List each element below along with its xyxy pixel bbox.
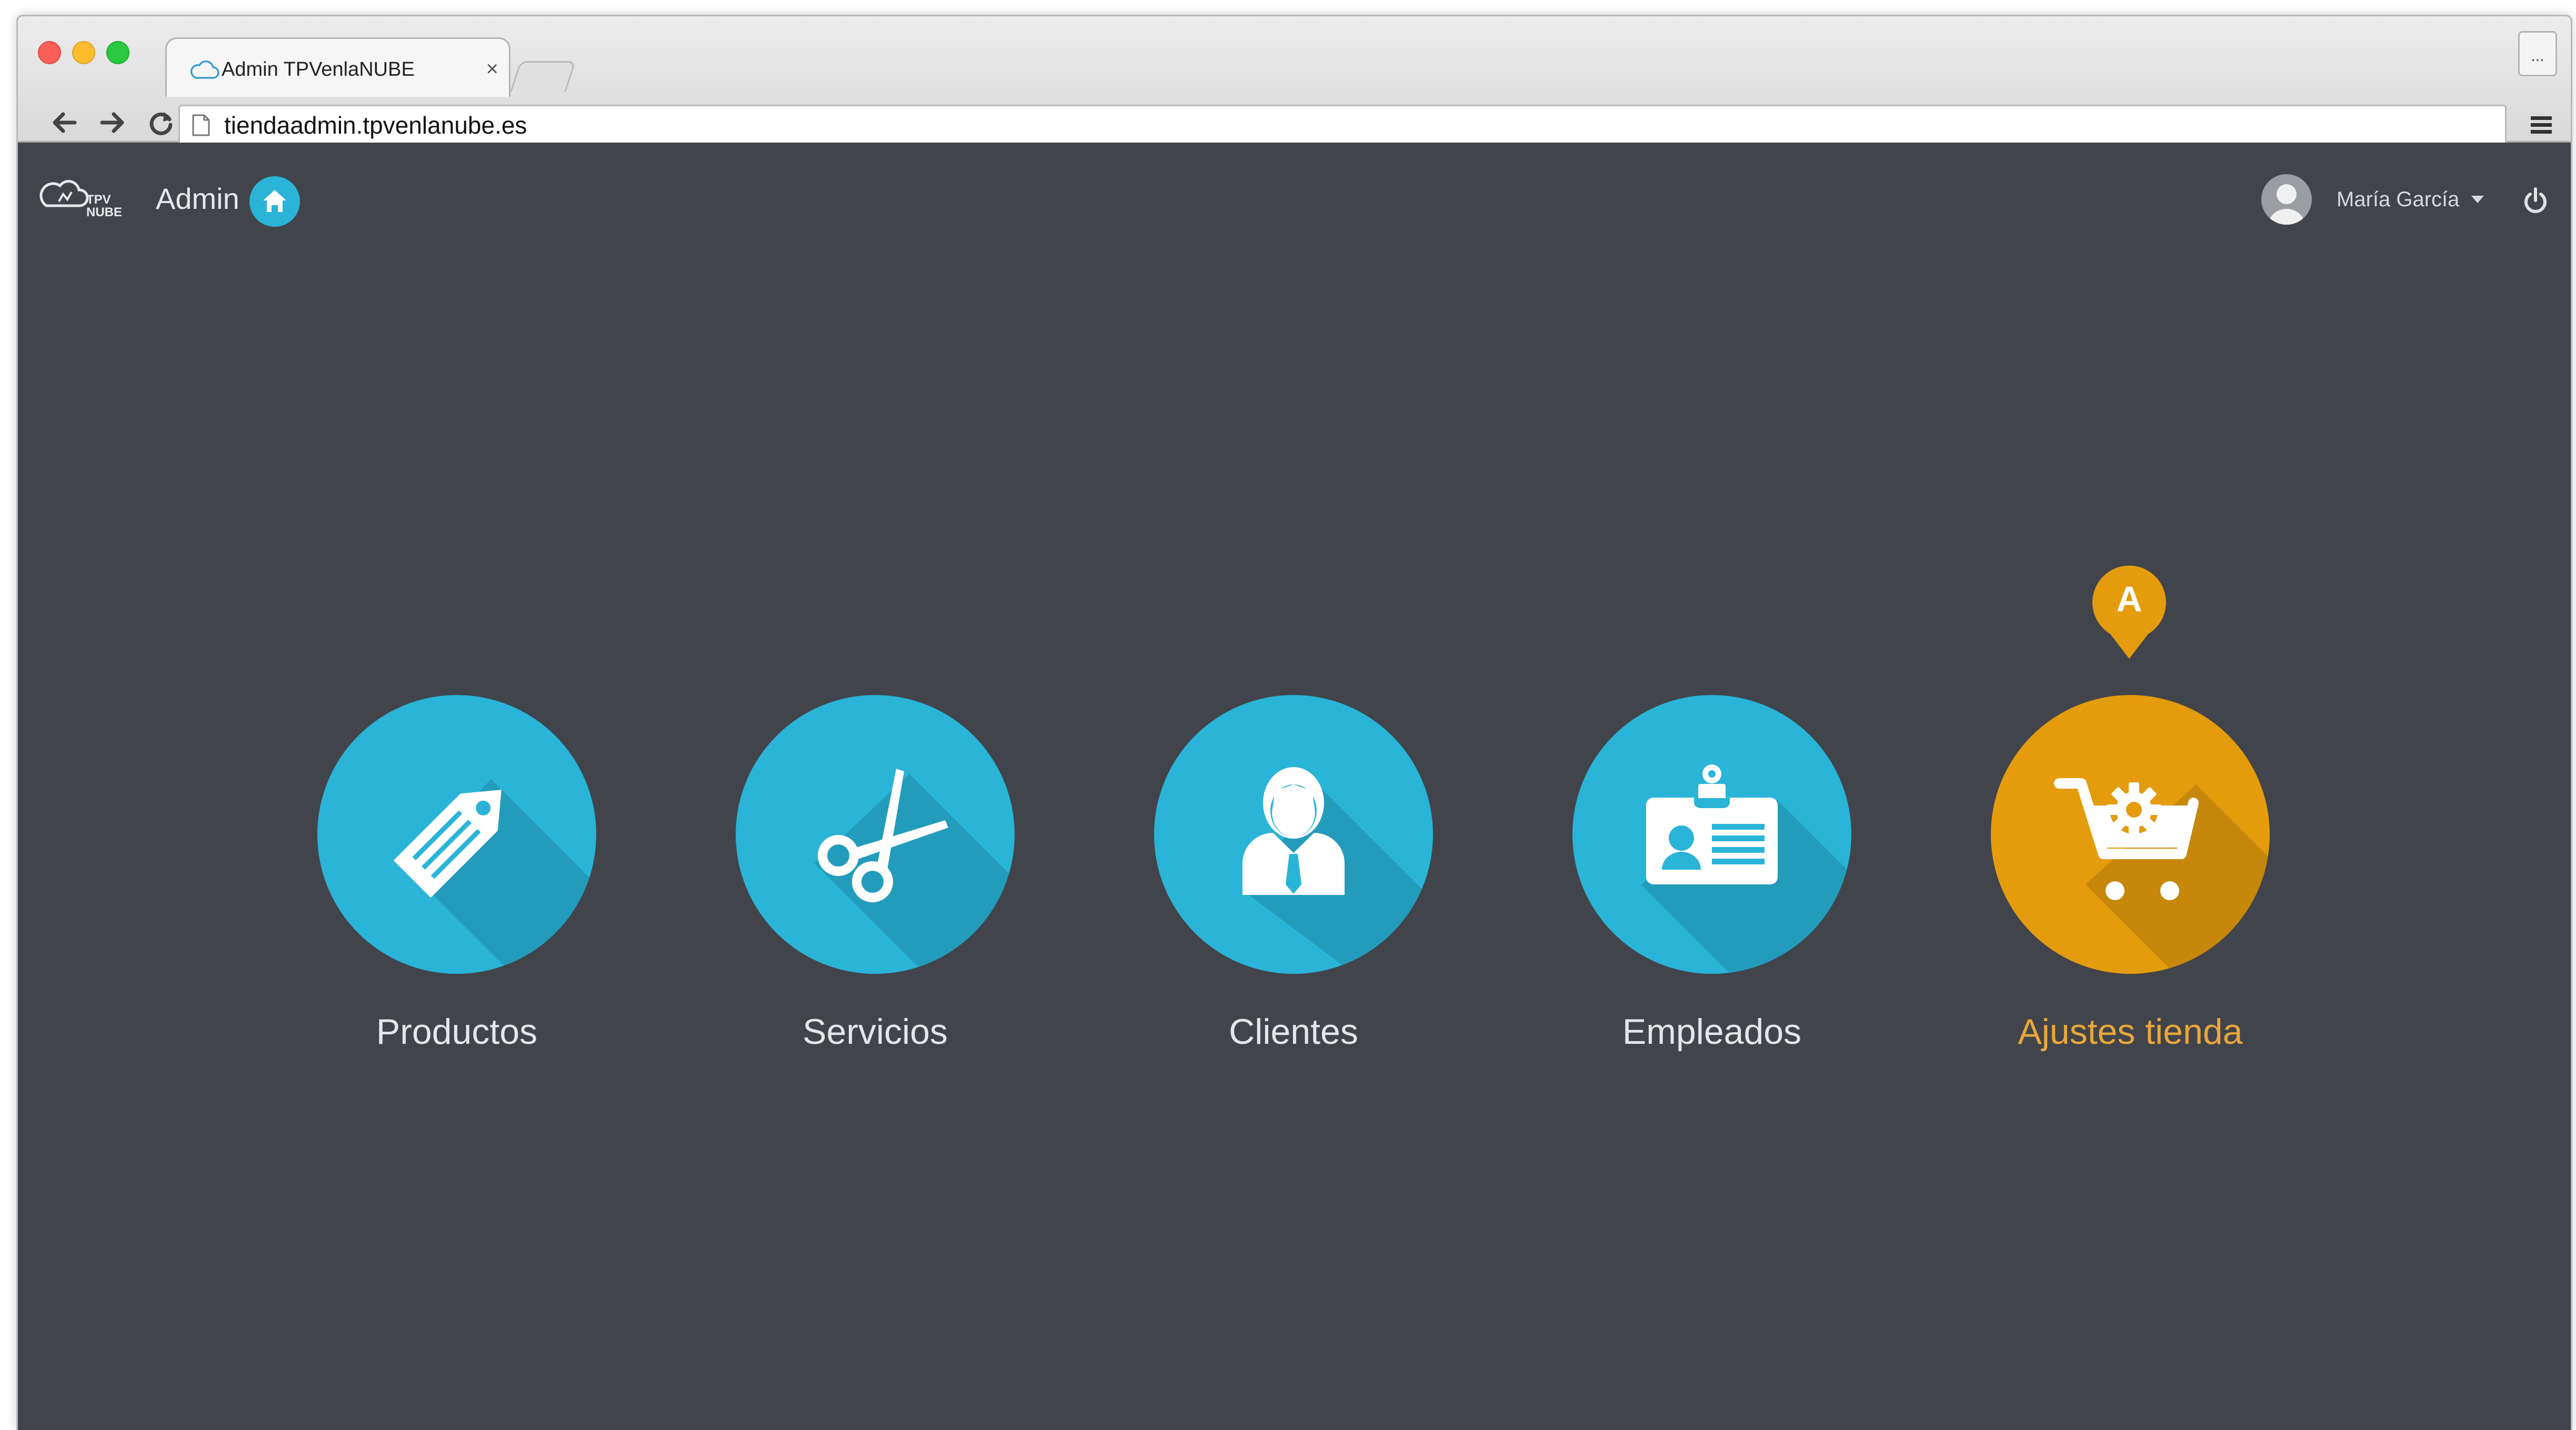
tab-close-icon[interactable]: × [486,56,498,82]
browser-chrome: Admin TPVenlaNUBE × ... tiendaadmin.tpve… [18,16,2571,146]
url-text: tiendaadmin.tpvenlanube.es [224,112,527,139]
svg-text:NUBE: NUBE [86,205,122,219]
tile-empleados-circle[interactable] [1572,695,1851,974]
address-bar[interactable]: tiendaadmin.tpvenlanube.es [178,105,2507,146]
new-tab-button[interactable] [510,61,576,92]
tile-ajustes-tienda[interactable]: Ajustes tienda [1991,695,2270,1053]
tile-clientes-circle[interactable] [1154,695,1433,974]
home-button[interactable] [249,176,300,227]
cloud-favicon-icon [190,61,219,79]
tile-productos[interactable]: Productos [317,695,596,1053]
page-icon [192,114,210,136]
close-window-button[interactable] [38,41,61,64]
tile-servicios[interactable]: Servicios [736,695,1015,1053]
tpv-nube-logo[interactable]: TPV NUBE [39,173,128,224]
hamburger-menu-icon[interactable] [2530,113,2553,136]
scissors-icon [818,769,948,902]
app-title: Admin [156,182,239,215]
tile-ajustes-tienda-circle[interactable] [1991,695,2270,974]
tab-title: Admin TPVenlaNUBE [222,58,415,80]
tile-clientes[interactable]: Clientes [1154,695,1433,1053]
tile-label[interactable]: Servicios [736,1011,1015,1053]
cart-settings-icon [2054,778,2199,900]
person-icon [1242,767,1345,895]
reload-icon[interactable] [145,107,177,138]
tile-productos-circle[interactable] [317,695,596,974]
minimize-window-button[interactable] [72,41,95,64]
tile-empleados[interactable]: Empleados [1572,695,1851,1053]
tile-label[interactable]: Productos [317,1011,596,1053]
chevron-down-icon[interactable] [2470,193,2485,205]
overflow-button[interactable]: ... [2518,31,2557,76]
forward-arrow-icon[interactable] [97,107,128,138]
user-avatar[interactable] [2261,174,2312,225]
tile-servicios-circle[interactable] [736,695,1015,974]
price-tag-icon [393,790,502,898]
user-name[interactable]: María García [2337,185,2459,214]
id-badge-icon [1646,764,1778,884]
app-content: TPV NUBE Admin María García A Productos … [18,143,2571,1430]
back-arrow-icon[interactable] [48,107,80,138]
tile-label[interactable]: Clientes [1154,1011,1433,1053]
browser-window: Admin TPVenlaNUBE × ... tiendaadmin.tpve… [16,15,2572,1430]
tile-label[interactable]: Empleados [1572,1011,1851,1053]
browser-tab-active[interactable]: Admin TPVenlaNUBE × [165,37,510,97]
power-icon[interactable] [2521,186,2550,215]
location-marker: A [2090,563,2168,661]
home-icon [263,190,286,212]
maximize-window-button[interactable] [106,41,129,64]
tile-label[interactable]: Ajustes tienda [1991,1011,2270,1053]
marker-letter: A [2116,579,2142,619]
user-silhouette-icon [2269,184,2304,225]
svg-text:TPV: TPV [86,193,111,207]
